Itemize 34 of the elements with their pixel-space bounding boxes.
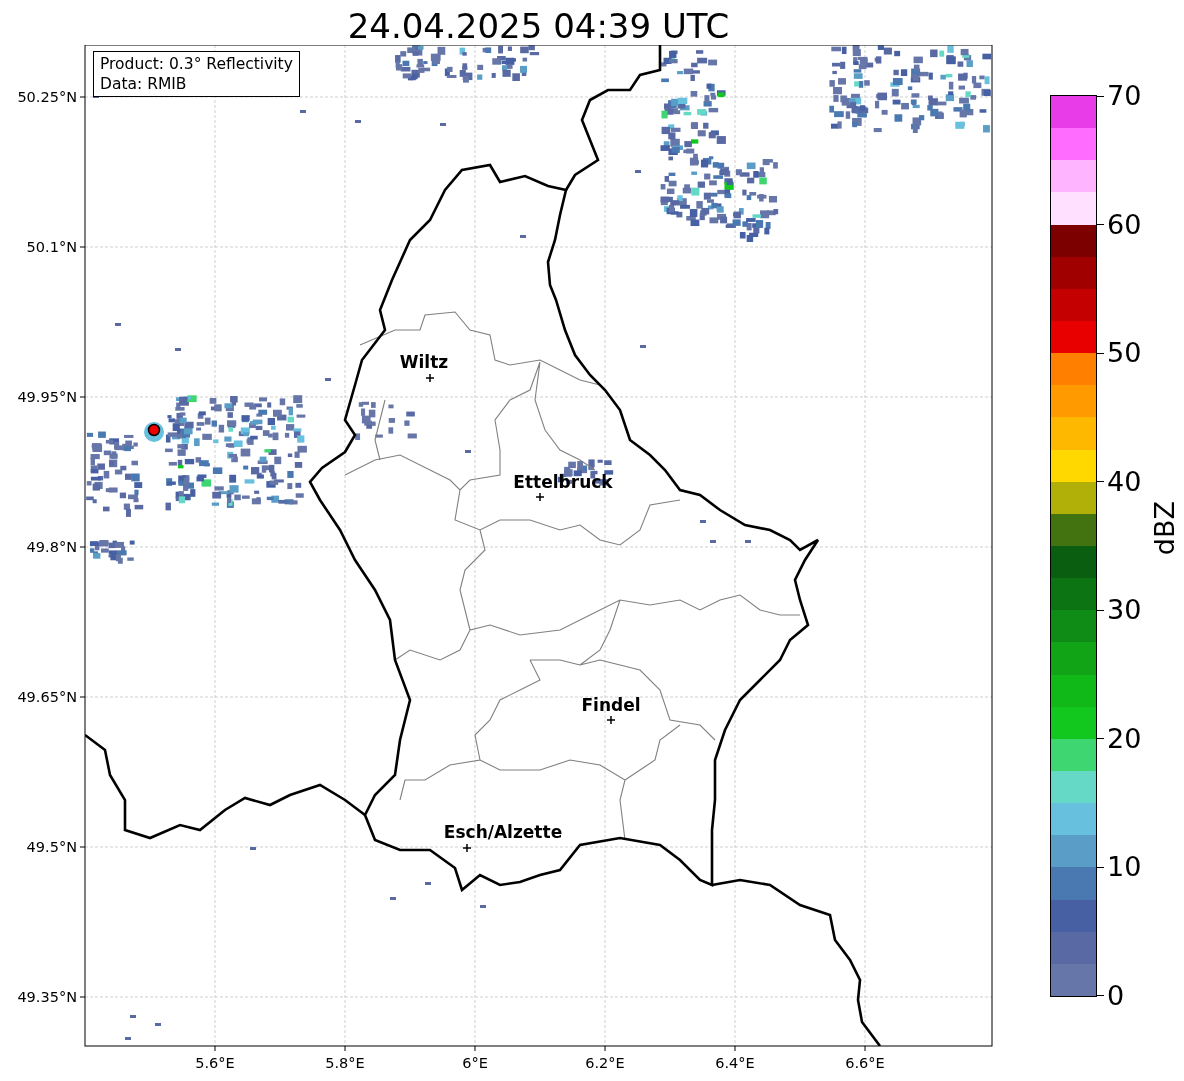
colorbar-tick-label: 30 — [1107, 595, 1142, 626]
longitude-label: 6°E — [462, 1055, 488, 1071]
latitude-label: 49.5°N — [26, 839, 77, 855]
longitude-label: 5.8°E — [325, 1055, 365, 1071]
city-marker-icon — [462, 843, 472, 853]
longitude-label: 6.4°E — [715, 1055, 755, 1071]
city-label: Findel — [581, 695, 641, 715]
city-marker-icon — [606, 715, 616, 725]
colorbar-tick-label: 20 — [1107, 723, 1142, 754]
latitude-label: 49.35°N — [17, 989, 77, 1005]
colorbar-tick-label: 0 — [1107, 980, 1125, 1011]
longitude-label: 6.2°E — [585, 1055, 625, 1071]
latitude-label: 49.65°N — [17, 689, 77, 705]
latitude-label: 50.25°N — [17, 89, 77, 105]
colorbar-tick-label: 40 — [1107, 466, 1142, 497]
info-text: Product: 0.3° Reflectivity — [100, 54, 293, 74]
colorbar-tick-label: 10 — [1107, 852, 1142, 883]
colorbar-tick-label: 60 — [1107, 209, 1142, 240]
radar-site-icon — [144, 422, 164, 442]
city-label: Wiltz — [399, 352, 449, 372]
colorbar-label: dBZ — [1149, 501, 1181, 556]
city-marker-icon — [425, 373, 435, 383]
latitude-label: 49.8°N — [26, 539, 77, 555]
longitude-label: 5.6°E — [195, 1055, 235, 1071]
longitude-label: 6.6°E — [845, 1055, 885, 1071]
map-title: 24.04.2025 04:39 UTC — [346, 5, 731, 45]
city-label: Esch/Alzette — [443, 822, 563, 842]
city-label: Ettelbruck — [513, 472, 613, 492]
latitude-label: 49.95°N — [17, 389, 77, 405]
latitude-label: 50.1°N — [26, 239, 77, 255]
colorbar-tick-label: 50 — [1107, 338, 1142, 369]
info-text: Data: RMIB — [100, 74, 188, 94]
colorbar-tick-label: 70 — [1107, 81, 1142, 111]
city-marker-icon — [535, 492, 545, 502]
